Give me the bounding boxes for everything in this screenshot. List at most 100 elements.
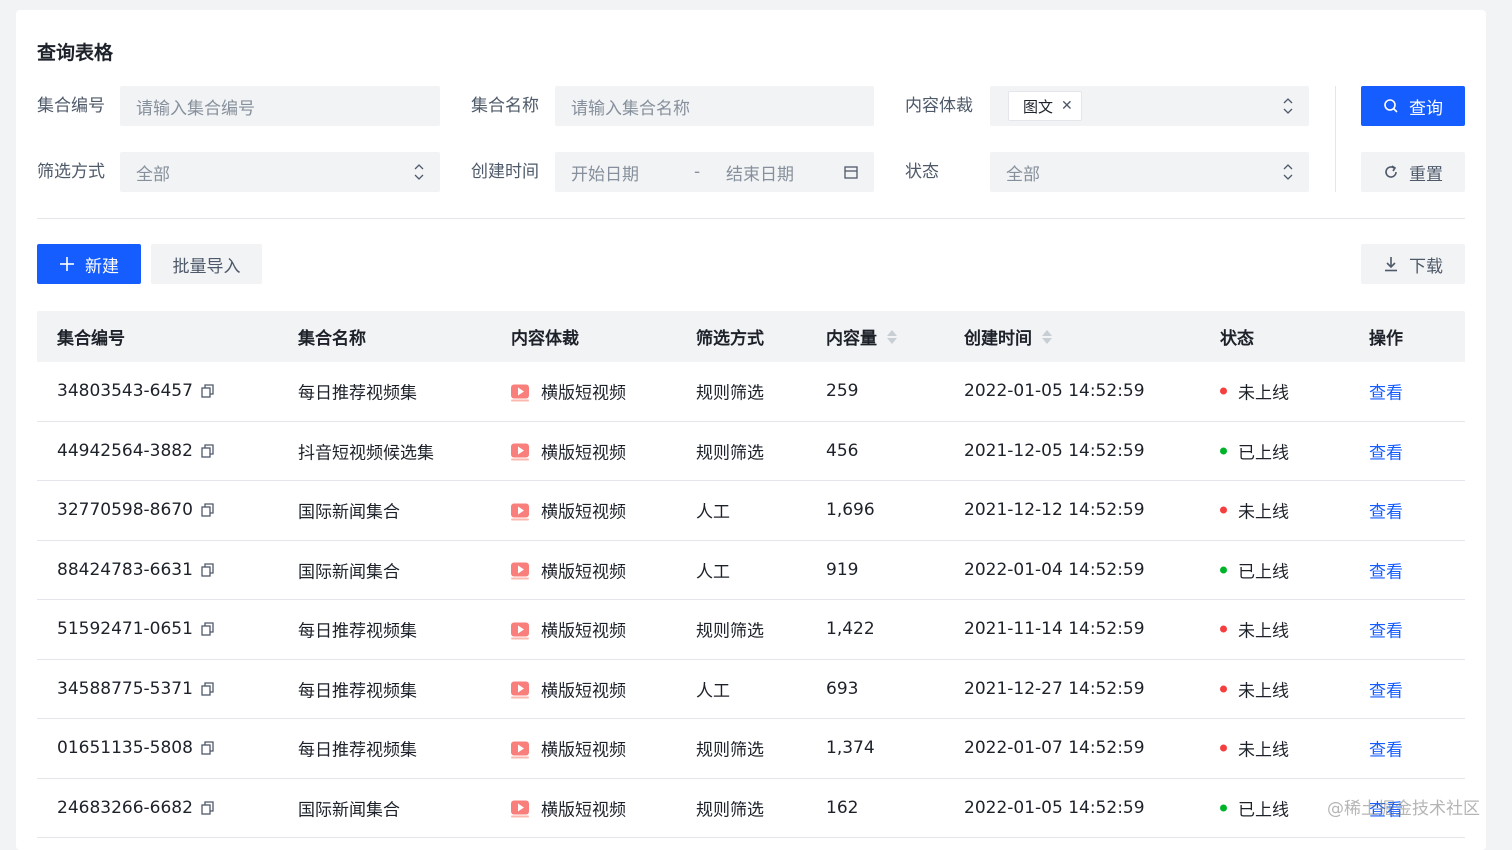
calendar-icon [844,166,858,179]
date-range-picker[interactable]: 开始日期 - 结束日期 [555,152,874,192]
plus-icon [59,256,75,272]
set-id-text: 24683266-6682 [57,797,193,818]
reset-button-label: 重置 [1409,164,1443,185]
sort-icon[interactable] [887,329,897,344]
content-type-cell: 横版短视频 [511,498,626,523]
content-count-cell: 456 [826,440,859,461]
status-value: 全部 [1006,164,1040,185]
start-date-placeholder[interactable]: 开始日期 [571,160,694,185]
content-count-cell: 1,422 [826,619,875,640]
status-cell: 已上线 [1220,557,1289,582]
column-header-label: 内容量 [826,329,877,349]
view-link[interactable]: 查看 [1369,676,1403,701]
status-text: 未上线 [1238,621,1289,642]
search-button[interactable]: 查询 [1361,86,1465,126]
sortable-column-header[interactable]: 创建时间 [964,324,1052,349]
video-icon [511,741,529,759]
created-time-cell: 2022-01-07 14:52:59 [964,738,1145,759]
refresh-icon [1383,164,1399,180]
content-type-text: 横版短视频 [541,562,626,583]
updown-icon [414,164,424,180]
content-type-text: 横版短视频 [541,502,626,523]
set-name-cell: 每日推荐视频集 [298,383,417,404]
view-link[interactable]: 查看 [1369,557,1403,582]
table-row: 24683266-6682 国际新闻集合 横版短视频 规则筛选 162 2022… [37,779,1465,838]
vertical-divider [1335,86,1336,192]
set-id-text: 51592471-0651 [57,619,193,640]
status-select[interactable]: 全部 [990,152,1309,192]
horizontal-divider [37,218,1465,219]
content-type-cell: 横版短视频 [511,557,626,582]
filter-mode-value: 全部 [136,164,170,185]
table-row: 32770598-8670 国际新闻集合 横版短视频 人工 1,696 2021… [37,481,1465,541]
filter-mode-cell: 规则筛选 [696,621,764,642]
content-type-select[interactable]: 图文 ✕ [990,86,1309,126]
copy-icon[interactable] [201,741,214,755]
status-text: 未上线 [1238,383,1289,404]
status-dot [1220,566,1227,574]
set-id-text: 88424783-6631 [57,559,193,580]
content-type-tag: 图文 ✕ [1008,91,1082,121]
filter-mode-select[interactable]: 全部 [120,152,440,192]
status-cell: 未上线 [1220,617,1289,642]
set-name-cell: 国际新闻集合 [298,800,400,821]
set-id-input[interactable]: 请输入集合编号 [120,86,440,126]
filter-mode-cell: 人工 [696,562,730,583]
content-type-cell: 横版短视频 [511,795,626,820]
sortable-column-header[interactable]: 内容量 [826,324,897,349]
status-cell: 未上线 [1220,498,1289,523]
status-text: 未上线 [1238,502,1289,523]
set-id-text: 01651135-5808 [57,738,193,759]
video-icon [511,800,529,818]
copy-icon[interactable] [201,682,214,696]
copy-icon[interactable] [201,801,214,815]
sort-icon[interactable] [1042,329,1052,344]
view-link[interactable]: 查看 [1369,617,1403,642]
date-separator: - [694,162,701,182]
batch-import-label: 批量导入 [172,256,241,277]
status-cell: 未上线 [1220,676,1289,701]
filter-mode-cell: 规则筛选 [696,383,764,404]
view-link[interactable]: 查看 [1369,498,1403,523]
set-id-placeholder: 请输入集合编号 [136,98,255,119]
created-time-cell: 2022-01-05 14:52:59 [964,797,1145,818]
column-header: 筛选方式 [696,329,764,349]
content-type-text: 横版短视频 [541,443,626,464]
end-date-placeholder[interactable]: 结束日期 [726,160,794,185]
set-name-label: 集合名称 [471,96,539,116]
set-id-cell: 24683266-6682 [57,798,214,818]
content-type-text: 横版短视频 [541,740,626,761]
view-link[interactable]: 查看 [1369,438,1403,463]
set-id-label: 集合编号 [37,96,105,116]
view-link[interactable]: 查看 [1369,379,1403,404]
new-button[interactable]: 新建 [37,244,141,284]
content-type-cell: 横版短视频 [511,379,626,404]
set-name-input[interactable]: 请输入集合名称 [555,86,874,126]
download-button[interactable]: 下载 [1361,244,1465,284]
video-icon [511,503,529,521]
copy-icon[interactable] [201,563,214,577]
filter-mode-cell: 人工 [696,681,730,702]
column-header-label: 创建时间 [964,329,1032,349]
created-time-cell: 2021-12-12 14:52:59 [964,500,1145,521]
copy-icon[interactable] [201,503,214,517]
reset-button[interactable]: 重置 [1361,152,1465,192]
created-time-cell: 2022-01-04 14:52:59 [964,559,1145,580]
set-id-text: 44942564-3882 [57,440,193,461]
close-icon[interactable]: ✕ [1061,98,1073,114]
batch-import-button[interactable]: 批量导入 [151,244,262,284]
copy-icon[interactable] [201,444,214,458]
copy-icon[interactable] [201,622,214,636]
view-link[interactable]: 查看 [1369,736,1403,761]
filter-mode-cell: 规则筛选 [696,800,764,821]
content-type-cell: 横版短视频 [511,736,626,761]
table-header: 集合编号 集合名称 内容体裁 筛选方式 内容量 创建时间 状态 操作 [37,311,1465,362]
video-icon [511,384,529,402]
watermark: @稀土掘金技术社区 [1327,799,1480,819]
set-id-cell: 44942564-3882 [57,441,214,461]
content-type-tag-label: 图文 [1023,97,1054,116]
status-text: 已上线 [1238,443,1289,464]
filter-mode-cell: 人工 [696,502,730,523]
copy-icon[interactable] [201,384,214,398]
status-dot [1220,744,1227,752]
